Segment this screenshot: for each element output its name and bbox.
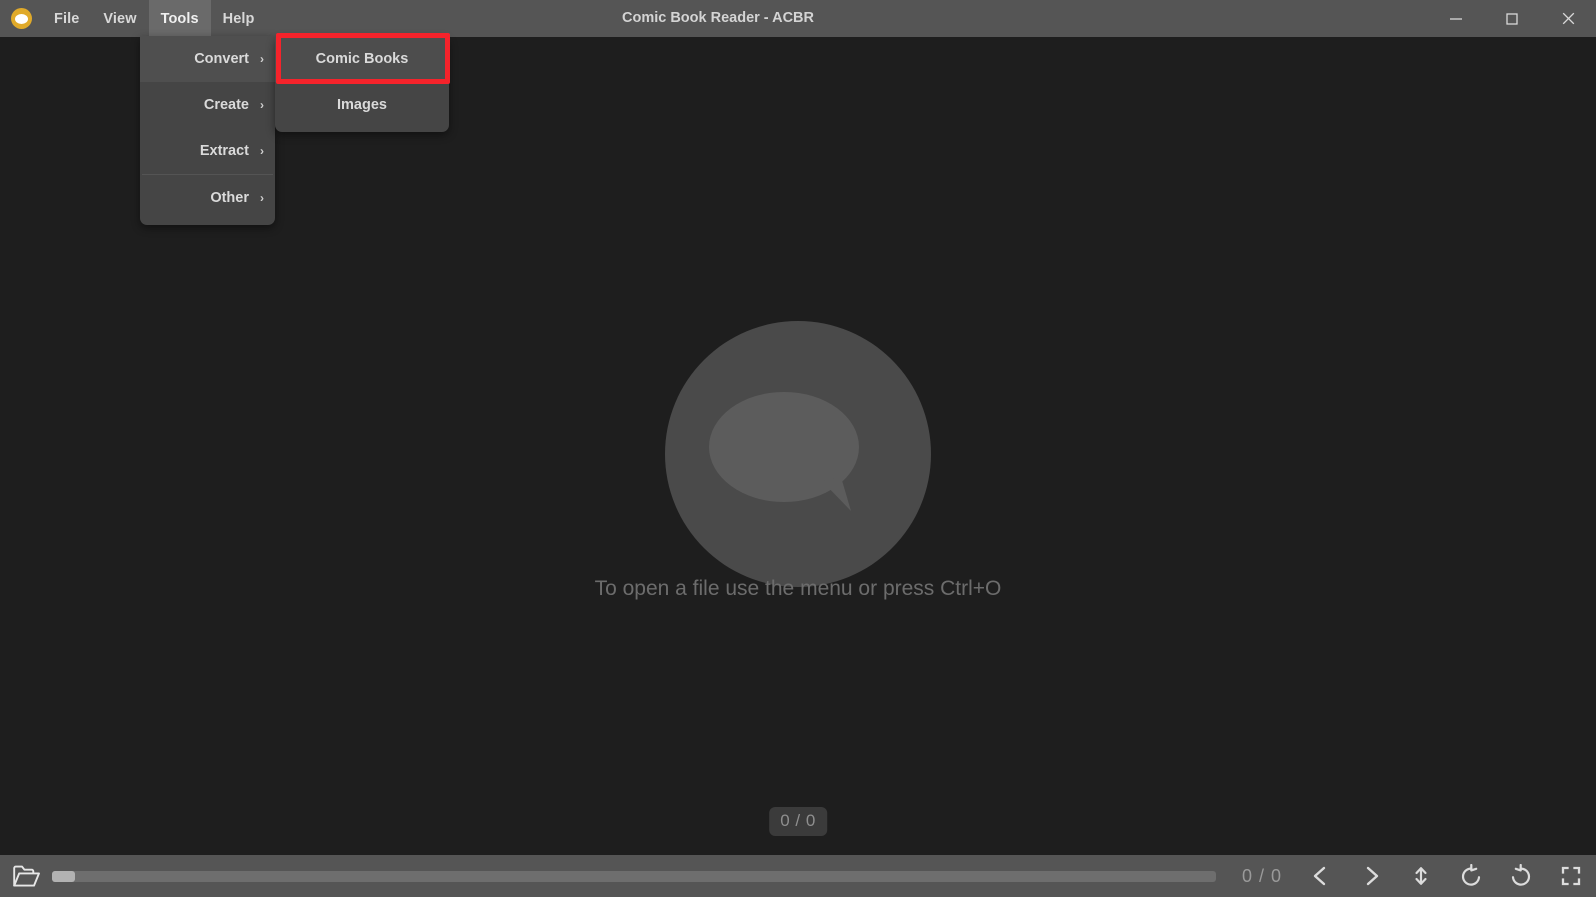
minimize-button[interactable]	[1428, 0, 1484, 37]
close-icon	[1562, 12, 1574, 25]
chevron-right-icon: ›	[260, 191, 264, 205]
submenu-item-images[interactable]: Images	[275, 82, 449, 128]
menu-file-label: File	[54, 10, 80, 27]
tools-menu-item-convert-label: Convert	[194, 51, 249, 67]
maximize-button[interactable]	[1484, 0, 1540, 37]
logo-bubble-shape	[14, 13, 28, 24]
tools-menu-item-convert[interactable]: Convert ›	[140, 36, 275, 82]
tools-menu-item-create[interactable]: Create ›	[140, 82, 275, 128]
speech-bubble-placeholder-icon	[665, 321, 931, 587]
menu-file[interactable]: File	[42, 0, 91, 37]
open-folder-icon	[12, 865, 40, 887]
submenu-item-images-label: Images	[337, 97, 387, 113]
menu-tools-label: Tools	[160, 10, 199, 27]
previous-page-button[interactable]	[1296, 855, 1346, 897]
menu-view[interactable]: View	[91, 0, 148, 37]
arrows-vertical-icon	[1415, 867, 1427, 885]
chevron-right-icon	[1366, 866, 1379, 886]
chevron-right-icon: ›	[260, 144, 264, 158]
menu-help[interactable]: Help	[211, 0, 267, 37]
page-scrollbar-track[interactable]	[52, 870, 1216, 882]
chevron-right-icon: ›	[260, 98, 264, 112]
page-counter: 0 / 0	[1241, 865, 1283, 886]
tools-menu-item-extract-label: Extract	[199, 143, 249, 159]
tools-menu-item-other-label: Other	[210, 190, 249, 206]
fullscreen-button[interactable]	[1546, 855, 1596, 897]
fit-height-button[interactable]	[1396, 855, 1446, 897]
open-file-button[interactable]	[0, 865, 52, 888]
acbr-logo-icon	[10, 8, 32, 29]
minimize-icon	[1450, 17, 1462, 20]
title-bar: File View Tools Help Comic Book Reader -…	[0, 0, 1596, 37]
menu-tools[interactable]: Tools	[148, 0, 211, 37]
window-controls	[1428, 0, 1596, 37]
menu-view-label: View	[103, 10, 137, 27]
tools-menu-item-other[interactable]: Other ›	[140, 175, 275, 221]
chevron-right-icon: ›	[260, 52, 264, 66]
submenu-item-comic-books[interactable]: Comic Books	[275, 36, 449, 82]
rotate-cw-icon	[1511, 864, 1530, 886]
tools-menu-item-extract[interactable]: Extract ›	[140, 128, 275, 174]
next-page-button[interactable]	[1346, 855, 1396, 897]
page-indicator-badge: 0 / 0	[769, 807, 827, 836]
maximize-icon	[1506, 12, 1518, 25]
rotate-ccw-icon	[1462, 864, 1481, 886]
submenu-item-comic-books-label: Comic Books	[315, 51, 409, 67]
page-scrollbar-thumb[interactable]	[52, 870, 76, 882]
chevron-left-icon	[1313, 866, 1326, 886]
fullscreen-icon	[1561, 866, 1581, 886]
tools-menu-item-create-label: Create	[203, 97, 249, 113]
tools-dropdown-menu: Convert › Create › Extract › Other ›	[140, 36, 275, 225]
bottom-toolbar: 0 / 0	[0, 855, 1596, 897]
convert-submenu: Comic Books Images	[275, 36, 449, 132]
app-icon-wrapper	[0, 0, 42, 37]
rotate-right-button[interactable]	[1496, 855, 1546, 897]
close-button[interactable]	[1540, 0, 1596, 37]
menu-help-label: Help	[222, 10, 255, 27]
menu-bar: File View Tools Help	[42, 0, 267, 37]
rotate-left-button[interactable]	[1446, 855, 1496, 897]
application-window: File View Tools Help Comic Book Reader -…	[0, 0, 1596, 897]
empty-state-hint: To open a file use the menu or press Ctr…	[594, 577, 1002, 600]
